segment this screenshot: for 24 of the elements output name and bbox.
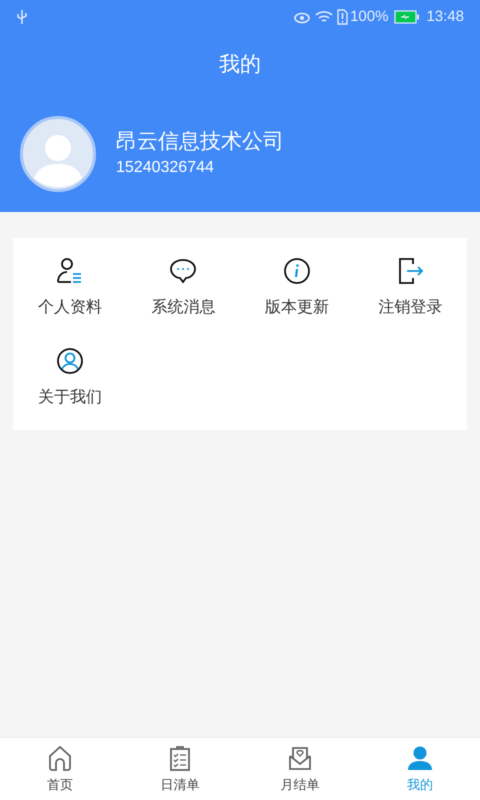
avatar-icon (20, 116, 96, 192)
menu-item[interactable]: 注销登录 (354, 256, 467, 320)
nav-tab[interactable]: 日清单 (120, 738, 240, 800)
status-time: 13:48 (426, 6, 464, 27)
battery-charging-icon (394, 10, 420, 24)
person-icon (406, 744, 434, 772)
home-icon (46, 744, 74, 772)
company-name: 昂云信息技术公司 (116, 129, 284, 155)
menu-item[interactable]: 系统消息 (126, 256, 240, 320)
page-title: 我的 (219, 52, 261, 78)
nav-tab[interactable]: 月结单 (240, 738, 360, 800)
nav-tab[interactable]: 首页 (0, 738, 120, 800)
menu-item[interactable]: 版本更新 (240, 256, 354, 320)
chat-bubble-icon (168, 256, 198, 286)
menu-item[interactable]: 关于我们 (13, 346, 126, 410)
usb-icon (16, 9, 28, 25)
sim-alert-icon (337, 9, 348, 25)
wifi-icon (315, 10, 334, 24)
eye-icon (293, 10, 312, 24)
battery-percent: 100% (350, 6, 388, 27)
phone-number: 15240326744 (116, 158, 215, 178)
menu-item[interactable]: 个人资料 (13, 256, 126, 320)
user-circle-icon (54, 346, 85, 376)
info-icon (282, 256, 312, 286)
